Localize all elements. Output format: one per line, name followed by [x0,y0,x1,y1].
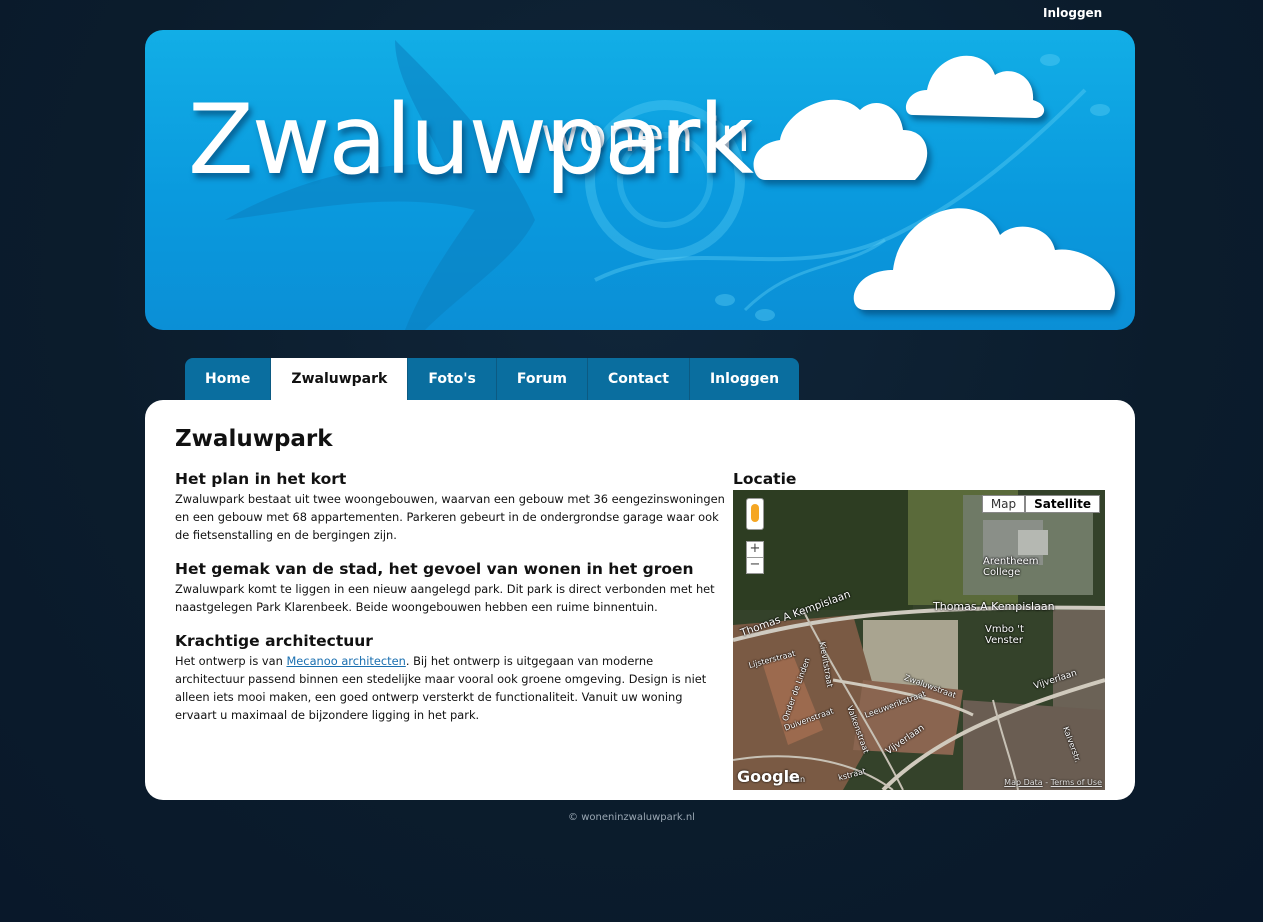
locatie-heading: Locatie [733,470,797,488]
section-heading: Het gemak van de stad, het gevoel van wo… [175,560,694,578]
map-label: Arentheem College [983,556,1039,578]
tab-inloggen[interactable]: Inloggen [689,358,800,400]
text-fragment: Het ontwerp is van [175,654,287,668]
map-button[interactable]: Map [981,495,1026,513]
tab-zwaluwpark[interactable]: Zwaluwpark [271,358,409,400]
section-text: Het ontwerp is van Mecanoo architecten. … [175,652,725,724]
attrib-separator: - [1042,778,1051,787]
tab-fotos[interactable]: Foto's [408,358,497,400]
mecanoo-link[interactable]: Mecanoo architecten [286,654,405,668]
section-heading: Het plan in het kort [175,470,347,488]
map-label: Vmbo 't Venster [985,624,1024,646]
tab-contact[interactable]: Contact [587,358,690,400]
map-type-control: Map Satellite [981,495,1100,513]
google-logo: Google [737,767,800,786]
main-nav: Home Zwaluwpark Foto's Forum Contact Inl… [185,358,800,400]
map-data-link[interactable]: Map Data [1004,778,1043,787]
article: Het plan in het kort Zwaluwpark bestaat … [175,470,725,740]
google-map[interactable]: + − Map Satellite Arentheem College Thom… [733,490,1105,790]
pegman-icon[interactable] [746,498,764,530]
zoom-in-button[interactable]: + [746,541,764,558]
logo-title: Zwaluwpark [188,84,754,196]
map-label: Thomas A Kempislaan [933,600,1055,613]
zoom-out-button[interactable]: − [746,557,764,574]
terms-link[interactable]: Terms of Use [1051,778,1102,787]
satellite-imagery [733,490,1105,790]
content-panel: Zwaluwpark Het plan in het kort Zwaluwpa… [145,400,1135,800]
tab-home[interactable]: Home [185,358,272,400]
section-text: Zwaluwpark komt te liggen in een nieuw a… [175,582,715,614]
top-login-link[interactable]: Inloggen [1043,6,1102,20]
satellite-button[interactable]: Satellite [1025,495,1100,513]
header-banner: wonen in Zwaluwpark [145,30,1135,330]
map-attribution: Map Data - Terms of Use [1004,778,1102,787]
page-title: Zwaluwpark [175,426,333,452]
section-heading: Krachtige architectuur [175,632,373,650]
footer: © woneninzwaluwpark.nl [568,812,695,823]
section-text: Zwaluwpark bestaat uit twee woongebouwen… [175,492,725,542]
tab-forum[interactable]: Forum [496,358,588,400]
